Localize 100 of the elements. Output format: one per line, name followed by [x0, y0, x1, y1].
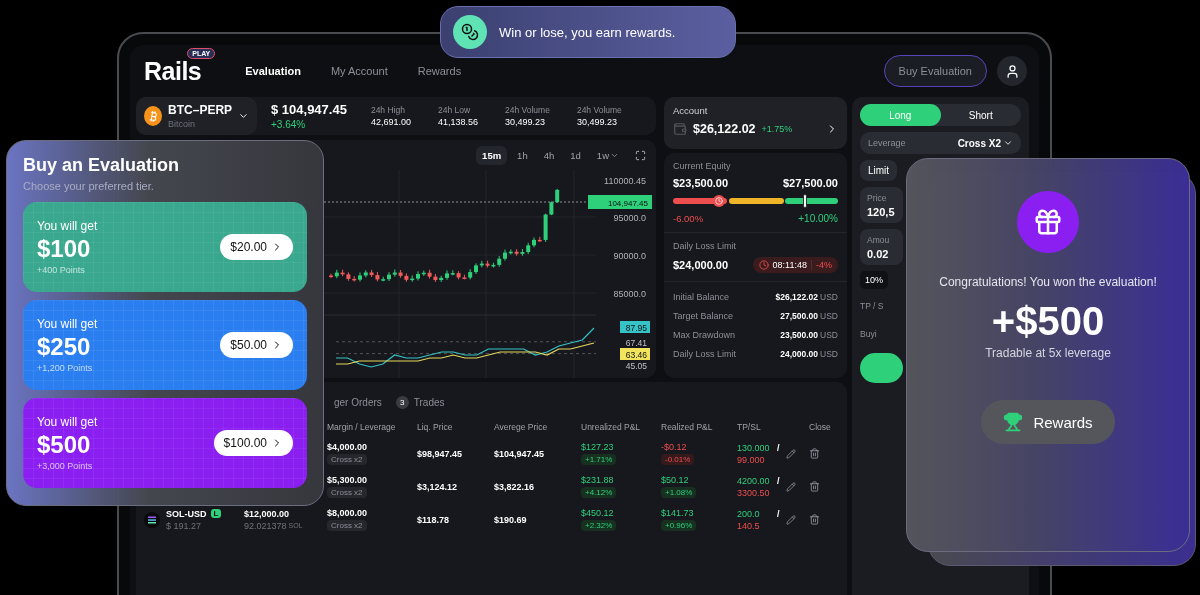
tier-amount: $500	[37, 431, 92, 459]
timeframe-tab[interactable]: 1d	[564, 145, 587, 165]
stat-value: 42,691.00	[370, 117, 411, 127]
tier-card[interactable]: You will get $250 +1,200 Points $50.00	[23, 300, 307, 390]
balance-label: Daily Loss Limit	[673, 349, 737, 359]
edit-icon[interactable]	[785, 514, 796, 525]
equity-title: Current Equity	[673, 161, 732, 171]
nav-tab[interactable]: My Account	[330, 65, 388, 77]
timeframe-tab[interactable]: 1h	[511, 145, 534, 165]
clock-icon	[758, 260, 769, 270]
column-header: TP/SL	[737, 422, 762, 432]
symbol-selector[interactable]: BTC–PERP Bitcoin	[136, 97, 257, 135]
unrealized-pnl: $127.23	[581, 442, 614, 452]
liquidation-price: $98,947.45	[417, 448, 464, 459]
account-balance: $26,122.02	[693, 122, 756, 136]
order-input-field[interactable]: Price 120,5	[860, 187, 903, 223]
orders-tab[interactable]: ger Orders	[334, 396, 382, 408]
field-label: Amou	[867, 235, 891, 245]
buy-evaluation-button[interactable]: Buy Evaluation	[883, 55, 987, 87]
price-button[interactable]: $100.00	[213, 430, 293, 456]
unrealized-pnl: $231.88	[581, 475, 614, 485]
realized-percent: +0.96%	[661, 520, 697, 531]
card-title: Buy an Evaluation	[23, 155, 181, 176]
symbol-name: BTC–PERP	[168, 103, 233, 117]
fullscreen-icon[interactable]	[635, 149, 646, 161]
liquidation-price: $118.78	[417, 514, 451, 525]
reward-message: Congratulations! You won the evaluation!	[939, 275, 1157, 289]
clock-icon	[712, 195, 725, 207]
realized-percent: +1.08%	[661, 487, 697, 498]
leverage-tag: Cross x2	[327, 487, 367, 498]
timeframe-tab[interactable]: 1w	[590, 145, 625, 165]
balance-value: 27,500.00	[780, 311, 819, 321]
trophy-icon	[1003, 412, 1024, 432]
stat-label: 24h Low	[437, 105, 472, 115]
balance-value: 23,500.00	[780, 330, 819, 340]
equity-high-percent: +10.00%	[798, 213, 838, 224]
nav-tab[interactable]: Evaluation	[245, 65, 301, 77]
market-name: SOL-USD	[166, 508, 207, 519]
user-icon	[1004, 63, 1020, 79]
stop-loss: 3300.50	[737, 487, 770, 498]
stop-loss: 99.000	[737, 454, 765, 465]
wallet-icon	[673, 122, 687, 136]
edit-icon[interactable]	[785, 481, 796, 492]
leverage-tag: Cross x2	[327, 454, 367, 465]
edit-icon[interactable]	[785, 448, 796, 459]
tab-label: Trades	[413, 396, 445, 408]
column-header: Close	[809, 422, 832, 432]
tier-card[interactable]: You will get $100 +400 Points $20.00	[23, 202, 307, 292]
side-badge: L	[210, 509, 222, 518]
size-units: 92.021378	[244, 520, 287, 531]
submit-button[interactable]	[860, 353, 903, 383]
profile-button[interactable]	[997, 56, 1027, 86]
reward-amount: +$500	[991, 299, 1105, 344]
margin-value: $5,300.00	[327, 475, 368, 485]
column-header: Margin / Leverage	[327, 422, 397, 432]
tier-caption: You will get	[37, 219, 98, 233]
price-axis-label: 90000.0	[613, 251, 646, 261]
rewards-button[interactable]: Rewards	[981, 400, 1115, 444]
indicator-label: 45.05	[625, 360, 647, 371]
tier-caption: You will get	[37, 415, 98, 429]
timeframe-tab[interactable]: 15m	[476, 145, 508, 165]
stat-value: 41,138.56	[437, 117, 478, 127]
column-header: Unrealized P&L	[581, 422, 642, 432]
price-button[interactable]: $50.00	[220, 332, 293, 358]
timeframe-tab[interactable]: 4h	[537, 145, 561, 165]
unrealized-percent: +4.12%	[581, 487, 617, 498]
unrealized-percent: +1.71%	[581, 454, 617, 465]
liquidation-price: $3,124.12	[417, 481, 459, 492]
column-header: Realized P&L	[661, 422, 714, 432]
reward-note: Tradable at 5x leverage	[985, 346, 1111, 360]
balance-value: 24,000.00	[780, 349, 819, 359]
stat-value: 30,499.23	[576, 117, 618, 127]
leverage-tag: Cross x2	[327, 520, 367, 531]
leverage-select[interactable]: Leverage Cross X2	[860, 132, 1021, 154]
solana-icon	[144, 511, 160, 528]
bitcoin-icon	[144, 106, 163, 126]
progress-thumb[interactable]	[803, 194, 807, 208]
realized-pnl: $50.12	[661, 475, 689, 485]
rails-logo: Rails	[144, 56, 202, 86]
order-type-tab[interactable]: Limit	[860, 160, 898, 181]
equity-low-percent: -6.00%	[673, 213, 704, 224]
tier-caption: You will get	[37, 317, 98, 331]
percent-button[interactable]: 10%	[860, 271, 888, 289]
daily-loss-title: Daily Loss Limit	[673, 241, 738, 251]
average-price: $190.69	[494, 514, 528, 525]
price-axis-label: 95000.0	[613, 213, 646, 223]
order-input-field[interactable]: Amou 0.02	[860, 229, 903, 265]
currency-unit: USD	[820, 349, 838, 359]
tier-amount: $250	[37, 333, 92, 361]
tier-points: +1,200 Points	[37, 363, 94, 373]
side-tab[interactable]: Short	[940, 104, 1021, 126]
currency-unit: USD	[820, 292, 838, 302]
mark-price: $ 191.27	[166, 520, 202, 531]
trades-tab[interactable]: 3 Trades	[395, 395, 445, 409]
average-price: $3,822.16	[494, 481, 536, 492]
nav-tab[interactable]: Rewards	[417, 65, 462, 77]
market-price: $ 104,947.45	[271, 102, 347, 117]
price-button[interactable]: $20.00	[220, 234, 293, 260]
stat-label: 24h Volume	[505, 105, 550, 115]
tier-card[interactable]: You will get $500 +3,000 Points $100.00	[23, 398, 307, 488]
